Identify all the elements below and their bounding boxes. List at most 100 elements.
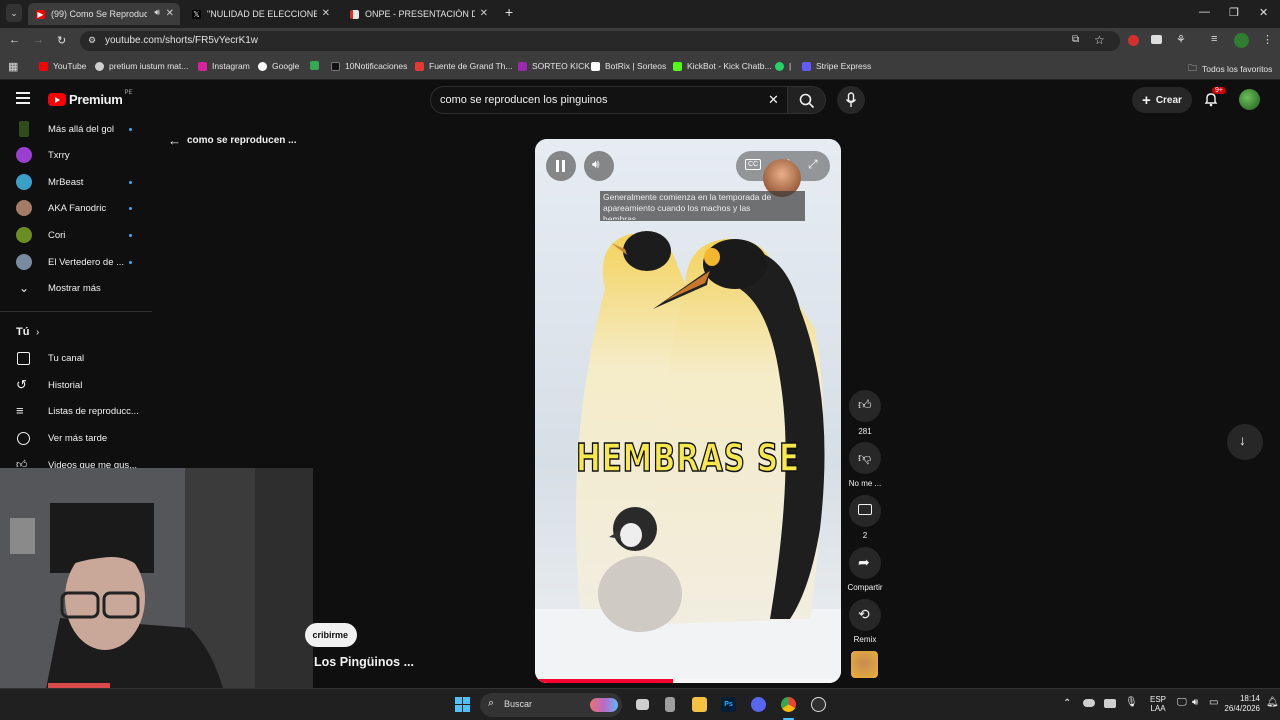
share-icon: ➦ [858,554,870,570]
short-title[interactable]: Los Pingüinos ... [314,655,414,669]
tray-youtube-icon[interactable] [1104,699,1116,708]
taskbar-search[interactable]: ⌕ Buscar [480,693,622,717]
tab-search-button[interactable]: ⌄ [6,4,22,22]
bookmark-pretium[interactable]: pretium iustum mat... [95,61,188,71]
tray-cloud-icon[interactable] [1083,699,1095,707]
next-short-button[interactable]: ↓ [1227,424,1263,460]
youtube-premium-logo[interactable]: Premium PE [48,90,133,107]
extension-chat-icon[interactable] [1151,35,1162,44]
new-tab-button[interactable]: + [505,4,513,20]
bookmark-pinwheel[interactable] [310,61,324,70]
discord-icon[interactable] [751,697,766,712]
extension-red-icon[interactable] [1128,35,1139,46]
search-button[interactable] [788,86,826,114]
sidebar-you-section[interactable]: Tú › [0,319,152,345]
windows-taskbar: ⌕ Buscar Ps ⌃ 🎙︎ ESP LAA 🖵︎ 🔊︎ ▭ 18:14 2… [0,688,1280,720]
sidebar-subscription-aka-fanodric[interactable]: AKA Fanodric [0,195,152,221]
printer-app-icon[interactable] [665,697,675,712]
tab-x-post[interactable]: 𝕏 "NULIDAD DE ELECCIONES YA" ✕ [184,3,336,25]
keyboard-language[interactable]: ESP LAA [1150,695,1166,713]
media-control-icon[interactable]: ≡ [1211,33,1217,45]
bookmark-10notificaciones[interactable]: 10Notificaciones [331,61,407,71]
captions-icon[interactable]: CC [745,159,762,170]
close-tab-icon[interactable]: ✕ [166,8,174,19]
apps-grid-icon[interactable]: ▦ [8,60,18,73]
back-to-search[interactable]: ← como se reproducen ... [168,133,296,148]
photoshop-icon[interactable]: Ps [721,697,736,712]
share-button[interactable]: ➦ [849,547,881,579]
speaker-icon[interactable]: 🔊︎ [154,7,160,18]
like-button[interactable]: 👍︎ [849,390,881,422]
sidebar-item-ver-mas-tarde[interactable]: Ver más tarde [0,425,152,451]
clear-search-icon[interactable]: ✕ [768,92,779,108]
minimize-icon[interactable]: — [1199,6,1210,18]
pause-button[interactable] [546,151,576,181]
forward-arrow-icon[interactable]: → [33,34,44,46]
sidebar-subscription-el-vertedero[interactable]: El Vertedero de ... [0,249,152,275]
volume-button[interactable]: 🔊︎ [584,151,614,181]
file-explorer-icon[interactable] [692,697,707,712]
sidebar-item-tu-canal[interactable]: Tu canal [0,345,152,371]
fullscreen-icon[interactable]: ⤢ [808,157,818,172]
subscribe-button[interactable]: cribirme [305,623,357,647]
bookmark-sorteo-kick[interactable]: SORTEO KICK [518,61,590,71]
obs-icon[interactable] [811,697,826,712]
voice-search-button[interactable] [837,86,865,114]
hamburger-menu-icon[interactable] [16,92,30,104]
sidebar-subscription-mas-alla-del-gol[interactable]: Más allá del gol [0,121,152,142]
sidebar-item-historial[interactable]: ↺ Historial [0,372,152,398]
url-text[interactable]: youtube.com/shorts/FR5vYecrK1w [105,35,258,46]
chrome-icon[interactable] [781,697,796,712]
tray-overflow-icon[interactable]: ⌃ [1063,698,1071,709]
bookmark-kickbot[interactable]: KickBot - Kick Chatb... [673,61,772,71]
search-icon [799,93,815,109]
bookmark-instagram[interactable]: Instagram [198,61,250,71]
network-icon[interactable]: 🖵︎ [1177,697,1187,708]
sidebar-show-more[interactable]: ⌄ Mostrar más [0,275,152,301]
sidebar-subscription-mrbeast[interactable]: MrBeast [0,169,152,195]
channel-avatar [16,227,32,243]
browser-menu-icon[interactable]: ⋮ [1262,33,1273,46]
close-tab-icon[interactable]: ✕ [480,8,488,19]
bookmark-botrix[interactable]: BotRix | Sorteos [591,61,666,71]
extensions-puzzle-icon[interactable]: ⚘ [1176,33,1186,46]
site-info-icon[interactable]: ⚙︎ [88,35,96,46]
back-arrow-icon[interactable]: ← [9,34,20,46]
sidebar-subscription-txrry[interactable]: Txrry [0,142,152,168]
window-close-icon[interactable]: ✕ [1259,6,1268,19]
volume-tray-icon[interactable]: 🔊︎ [1192,697,1198,708]
bookmark-star-icon[interactable]: ☆ [1094,33,1105,47]
all-bookmarks[interactable]: 🗀︎ Todos los favoritos [1188,61,1272,77]
address-bar[interactable]: ⚙︎ youtube.com/shorts/FR5vYecrK1w ⧉ ☆ [80,31,1120,51]
remix-button[interactable]: ⟲ [849,599,881,631]
tab-youtube[interactable]: ▶ (99) Como Se Reproducen l 🔊︎ ✕ [28,3,180,25]
bookmark-google[interactable]: Google [258,61,299,71]
bookmark-stripe[interactable]: Stripe Express [802,61,871,71]
task-view-icon[interactable] [636,699,649,710]
tab-onpe[interactable]: ONPE - PRESENTACIÓN DE RE ✕ [342,3,494,25]
dislike-button[interactable]: 👎︎ [849,442,881,474]
tray-shield-icon[interactable]: 🎙︎ [1125,697,1138,708]
notifications-bell[interactable]: 9+ [1203,87,1226,109]
bookmark-fuente-gta[interactable]: Fuente de Grand Th... [415,61,512,71]
close-tab-icon[interactable]: ✕ [322,8,330,19]
reload-icon[interactable]: ↻ [57,34,66,47]
bookmark-youtube[interactable]: YouTube [39,61,86,71]
create-button[interactable]: + Crear [1132,87,1192,113]
search-input[interactable]: como se reproducen los pinguinos ✕ [430,86,788,114]
audio-track-thumbnail[interactable] [851,651,878,678]
back-arrow-icon: ← [168,133,181,148]
restore-icon[interactable]: ❐ [1229,6,1239,19]
profile-avatar[interactable] [1234,33,1249,48]
comments-button[interactable] [849,495,881,527]
notifications-tray-icon[interactable]: 🔔︎ [1266,697,1279,708]
install-app-icon[interactable]: ⧉ [1072,34,1079,45]
windows-start-icon[interactable] [455,697,470,712]
clock[interactable]: 18:14 26/4/2026 [1214,694,1260,714]
playback-progress-track[interactable] [535,679,841,683]
bookmark-whatsapp[interactable]: | [775,61,791,71]
sidebar-subscription-cori[interactable]: Cori [0,222,152,248]
account-avatar[interactable] [1239,89,1260,110]
sidebar-item-listas[interactable]: ≡ Listas de reproducc... [0,398,152,424]
channel-avatar [16,147,32,163]
